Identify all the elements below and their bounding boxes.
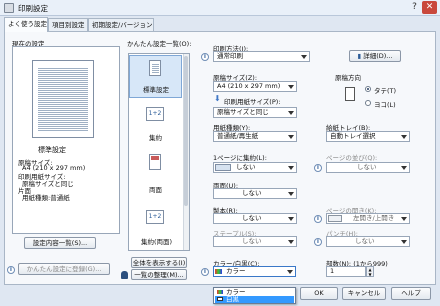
dropdown-option-mono[interactable]: 白黒 bbox=[215, 296, 294, 303]
tray-select[interactable]: 自動トレイ選択 bbox=[326, 131, 410, 142]
help-icon[interactable]: ? bbox=[408, 1, 421, 14]
preset-item-label: 標準設定 bbox=[143, 86, 169, 94]
color-icon bbox=[217, 290, 223, 294]
color-icon bbox=[215, 269, 222, 274]
page-order-select[interactable]: しない bbox=[326, 162, 410, 173]
color-select[interactable]: カラー bbox=[213, 266, 296, 277]
color-dropdown-list: カラー 白黒 bbox=[213, 287, 296, 304]
settings-details-button[interactable]: 設定内容一覧(S)... bbox=[24, 237, 96, 249]
scrollbar-thumb[interactable] bbox=[184, 56, 188, 206]
preset-item-label[interactable]: 集約 bbox=[149, 132, 162, 142]
layout-icon bbox=[215, 164, 231, 171]
printer-icon bbox=[4, 3, 14, 13]
page-preview-image bbox=[32, 60, 94, 138]
info-icon: i bbox=[314, 238, 322, 246]
current-preset-name: 標準設定 bbox=[38, 146, 66, 154]
print-paper-size-label: 印刷用紙サイズ(P): bbox=[224, 98, 281, 106]
staple-select[interactable]: しない bbox=[213, 236, 297, 247]
n-up-icon: 1+2 bbox=[146, 107, 164, 121]
window-title: 印刷設定 bbox=[18, 4, 48, 13]
ok-button[interactable]: OK bbox=[300, 287, 338, 300]
landscape-radio[interactable] bbox=[365, 100, 371, 106]
cancel-button[interactable]: キャンセル bbox=[342, 287, 386, 300]
arrow-down-icon: ⬇ bbox=[214, 94, 221, 103]
paper-size-select[interactable]: A4 (210 x 297 mm) bbox=[213, 81, 297, 92]
page-icon bbox=[149, 60, 161, 76]
mono-icon bbox=[217, 297, 223, 301]
user-icon bbox=[121, 271, 128, 279]
copies-input[interactable]: 1 bbox=[326, 266, 366, 277]
print-method-select[interactable]: 通常印刷 bbox=[213, 51, 310, 62]
page-order-label: ページの並び(Q): bbox=[326, 154, 378, 162]
presets-label: かんたん設定一覧(O): bbox=[127, 40, 192, 48]
portrait-radio[interactable] bbox=[365, 86, 371, 92]
book-icon bbox=[328, 215, 342, 222]
paper-type-select[interactable]: 普通紙/再生紙 bbox=[213, 131, 297, 142]
tab-frequent[interactable]: よく使う設定 bbox=[4, 17, 48, 32]
preset-item-label[interactable]: 集約(両面) bbox=[141, 236, 172, 246]
duplex-select[interactable]: しない bbox=[213, 188, 297, 199]
manage-list-button[interactable]: 一覧の整理(M)... bbox=[131, 269, 187, 280]
close-icon[interactable]: ✕ bbox=[422, 1, 437, 14]
orientation-label: 原稿方向 bbox=[335, 74, 361, 82]
portrait-label: タテ(T) bbox=[374, 87, 397, 95]
info-icon: i bbox=[314, 164, 322, 172]
landscape-label: ヨコ(L) bbox=[374, 101, 396, 109]
duplex-page-icon bbox=[149, 154, 161, 170]
n-up-duplex-icon: 1+2 bbox=[146, 210, 164, 224]
info-icon: i bbox=[201, 268, 209, 276]
tab-item-settings[interactable]: 項目別設定 bbox=[48, 18, 88, 31]
portrait-page-icon bbox=[345, 87, 355, 101]
info-icon: i bbox=[314, 215, 322, 223]
layout-label: 1ページに集約(L): bbox=[213, 154, 267, 162]
preset-item-label[interactable]: 両面 bbox=[149, 184, 162, 194]
print-paper-size-select[interactable]: 原稿サイズと同じ bbox=[213, 107, 297, 118]
register-preset-button[interactable]: かんたん設定に登録(G)... bbox=[18, 263, 110, 275]
info-icon: i bbox=[7, 266, 15, 274]
info-icon: i bbox=[201, 53, 209, 61]
collate-select[interactable]: しない bbox=[213, 213, 297, 224]
punch-select[interactable]: しない bbox=[326, 236, 410, 247]
summary-line: 用紙種類:普通紙 bbox=[22, 194, 70, 202]
title-bar: 印刷設定 ? ✕ bbox=[0, 0, 440, 16]
show-all-button[interactable]: 全体を表示する(I) bbox=[131, 257, 187, 268]
details-button[interactable]: ▮ 詳細(D)... bbox=[349, 50, 401, 62]
help-button[interactable]: ヘルプ bbox=[391, 287, 431, 300]
tab-version[interactable]: 初期設定/バージョン bbox=[88, 18, 154, 31]
copies-spinner[interactable]: ▲ ▼ bbox=[366, 266, 374, 277]
